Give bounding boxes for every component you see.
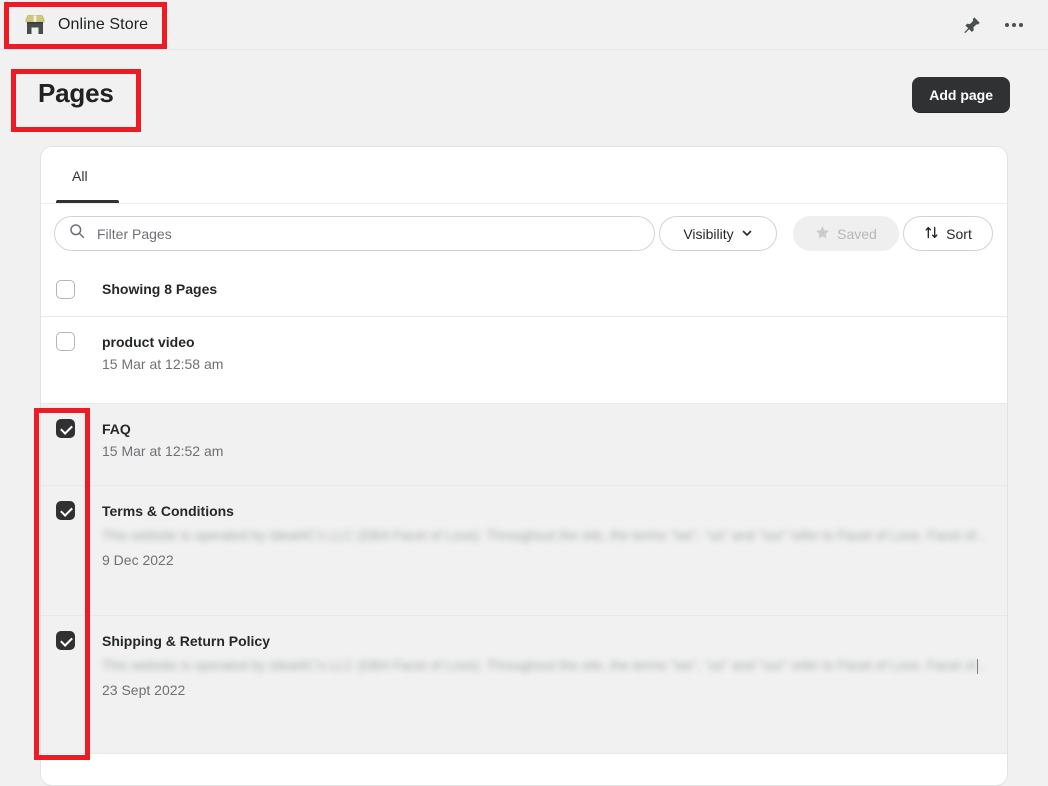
row-date: 15 Mar at 12:58 am <box>102 354 987 374</box>
row-title: Terms & Conditions <box>102 501 987 521</box>
store-name-label: Online Store <box>58 16 148 34</box>
chevron-down-icon <box>741 226 753 242</box>
row-checkbox[interactable] <box>56 501 75 520</box>
search-icon <box>69 223 85 244</box>
row-title: product video <box>102 332 987 352</box>
pages-card: All Visibility <box>40 146 1008 786</box>
storefront-icon <box>22 12 48 38</box>
search-box[interactable] <box>54 216 655 251</box>
add-page-button[interactable]: Add page <box>912 77 1010 113</box>
text-cursor-caret <box>977 659 979 674</box>
sort-arrows-icon <box>924 225 939 243</box>
saved-filter-button[interactable]: Saved <box>793 216 899 251</box>
sort-button[interactable]: Sort <box>903 216 993 251</box>
showing-count-label: Showing 8 Pages <box>102 281 217 297</box>
star-icon <box>815 225 830 243</box>
visibility-label: Visibility <box>683 226 733 242</box>
table-row[interactable]: product video 15 Mar at 12:58 am <box>41 317 1007 404</box>
table-row[interactable]: Terms & Conditions This website is opera… <box>41 486 1007 616</box>
saved-label: Saved <box>837 226 877 242</box>
visibility-filter-button[interactable]: Visibility <box>659 216 777 251</box>
row-preview-text: This website is operated by Ideal4C's LL… <box>102 523 987 548</box>
tab-bar: All <box>41 147 1007 204</box>
row-checkbox[interactable] <box>56 631 75 650</box>
select-all-checkbox[interactable] <box>56 280 75 299</box>
table-row[interactable]: FAQ 15 Mar at 12:52 am <box>41 404 1007 486</box>
row-date: 9 Dec 2022 <box>102 550 987 570</box>
kebab-dot <box>1005 23 1009 27</box>
more-options-icon[interactable] <box>998 9 1030 41</box>
page-title: Pages <box>38 78 114 109</box>
row-title: Shipping & Return Policy <box>102 631 987 651</box>
row-checkbox[interactable] <box>56 419 75 438</box>
search-input[interactable] <box>97 226 640 242</box>
pin-icon[interactable] <box>956 9 988 41</box>
filter-toolbar: Visibility Saved Sort <box>41 204 1007 262</box>
row-title: FAQ <box>102 419 987 439</box>
kebab-dot <box>1012 23 1016 27</box>
select-all-row: Showing 8 Pages <box>41 262 1007 317</box>
row-preview-text: This website is operated by Ideal4C's LL… <box>102 653 987 678</box>
app-topbar: Online Store <box>0 0 1048 50</box>
kebab-dot <box>1019 23 1023 27</box>
row-content: FAQ 15 Mar at 12:52 am <box>102 419 1007 485</box>
row-content: Terms & Conditions This website is opera… <box>102 501 1007 615</box>
table-row[interactable]: Shipping & Return Policy This website is… <box>41 616 1007 754</box>
page-header: Pages Add page <box>0 50 1048 146</box>
tab-all-label: All <box>72 168 88 184</box>
sort-label: Sort <box>946 226 972 242</box>
row-date: 23 Sept 2022 <box>102 680 987 700</box>
row-content: product video 15 Mar at 12:58 am <box>102 332 1007 403</box>
tab-active-indicator <box>56 200 119 203</box>
store-switcher[interactable]: Online Store <box>16 9 156 41</box>
tab-all[interactable]: All <box>56 147 104 204</box>
row-date: 15 Mar at 12:52 am <box>102 441 987 461</box>
row-content: Shipping & Return Policy This website is… <box>102 631 1007 753</box>
row-checkbox[interactable] <box>56 332 75 351</box>
